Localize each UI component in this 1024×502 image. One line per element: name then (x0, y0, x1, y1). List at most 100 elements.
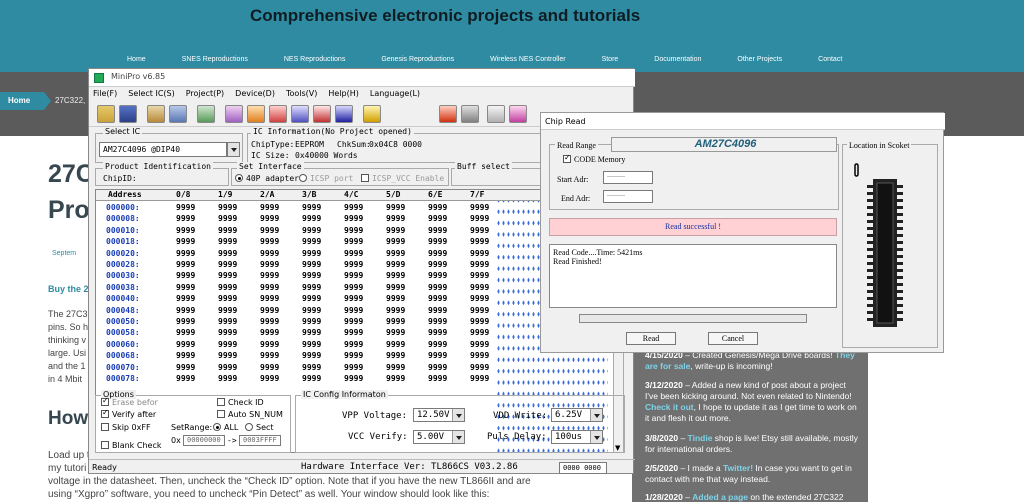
nav-documentation[interactable]: Documentation (654, 47, 701, 72)
hex-cell[interactable]: 9999 (428, 327, 447, 338)
hex-cell[interactable]: 9999 (260, 202, 279, 213)
hex-cell[interactable]: 9999 (218, 362, 237, 373)
hex-cell[interactable]: 9999 (260, 316, 279, 327)
news-link[interactable]: Tindie (688, 433, 713, 443)
breadcrumb-home[interactable]: Home (0, 92, 44, 110)
hex-cell[interactable]: 9999 (260, 259, 279, 270)
hex-cell[interactable]: 9999 (302, 362, 321, 373)
hex-cell[interactable]: 9999 (470, 350, 489, 361)
hex-cell[interactable]: 9999 (260, 248, 279, 259)
hex-cell[interactable]: 9999 (218, 282, 237, 293)
hex-cell[interactable]: 9999 (470, 362, 489, 373)
program-icon[interactable] (269, 105, 287, 123)
hex-cell[interactable]: 9999 (470, 213, 489, 224)
hex-cell[interactable]: 9999 (218, 350, 237, 361)
hex-cell[interactable]: 9999 (386, 339, 405, 350)
hex-cell[interactable]: 9999 (260, 362, 279, 373)
hex-cell[interactable]: 9999 (302, 339, 321, 350)
chip-read-title[interactable]: Chip Read (541, 113, 945, 130)
range-end-input[interactable]: 0003FFFF (239, 435, 281, 446)
chip-icon[interactable] (461, 105, 479, 123)
hex-cell[interactable]: 9999 (428, 282, 447, 293)
hex-cell[interactable]: 9999 (302, 350, 321, 361)
hex-cell[interactable]: 9999 (344, 316, 363, 327)
logic-icon[interactable] (509, 105, 527, 123)
help-icon[interactable] (363, 105, 381, 123)
hex-cell[interactable]: 9999 (470, 305, 489, 316)
hex-cell[interactable]: 9999 (386, 202, 405, 213)
fill-icon[interactable] (313, 105, 331, 123)
hex-cell[interactable]: 9999 (260, 339, 279, 350)
hex-cell[interactable]: 9999 (470, 282, 489, 293)
hex-cell[interactable]: 9999 (218, 305, 237, 316)
hex-cell[interactable]: 9999 (260, 305, 279, 316)
hex-cell[interactable]: 9999 (302, 259, 321, 270)
hex-cell[interactable]: 9999 (344, 373, 363, 384)
hex-cell[interactable]: 9999 (176, 339, 195, 350)
end-adr-input[interactable]: --------- (603, 190, 653, 203)
hex-cell[interactable]: 9999 (218, 248, 237, 259)
hex-cell[interactable]: 9999 (176, 236, 195, 247)
hex-cell[interactable]: 9999 (386, 293, 405, 304)
checkbox-skip-0xff[interactable]: Skip 0xFF (101, 423, 151, 432)
hex-cell[interactable]: 9999 (344, 305, 363, 316)
hex-cell[interactable]: 9999 (302, 236, 321, 247)
hex-cell[interactable]: 9999 (302, 327, 321, 338)
hex-cell[interactable]: 9999 (176, 270, 195, 281)
hex-cell[interactable]: 9999 (176, 362, 195, 373)
hex-cell[interactable]: 9999 (344, 225, 363, 236)
hex-cell[interactable]: 9999 (302, 270, 321, 281)
hex-cell[interactable]: 9999 (386, 327, 405, 338)
hex-cell[interactable]: 9999 (344, 202, 363, 213)
checkbox-erase-before[interactable]: Erase befor (101, 396, 158, 407)
hex-cell[interactable]: 9999 (428, 373, 447, 384)
open-icon[interactable] (97, 105, 115, 123)
hex-cell[interactable]: 9999 (470, 248, 489, 259)
checkbox-blank-check[interactable]: Blank Check (101, 441, 161, 450)
hex-cell[interactable]: 9999 (344, 327, 363, 338)
hex-cell[interactable]: 9999 (176, 305, 195, 316)
hex-cell[interactable]: 9999 (218, 225, 237, 236)
erase-icon[interactable] (335, 105, 353, 123)
news-link[interactable]: Check it out (645, 402, 694, 412)
hex-cell[interactable]: 9999 (428, 293, 447, 304)
hex-cell[interactable]: 9999 (428, 213, 447, 224)
hex-cell[interactable]: 9999 (470, 236, 489, 247)
hex-cell[interactable]: 9999 (470, 373, 489, 384)
hex-cell[interactable]: 9999 (344, 248, 363, 259)
hex-cell[interactable]: 9999 (386, 305, 405, 316)
select-ic-dropdown[interactable] (227, 142, 240, 157)
hex-cell[interactable]: 9999 (302, 202, 321, 213)
hex-cell[interactable]: 9999 (428, 339, 447, 350)
checkbox-check-id[interactable]: Check ID (217, 398, 264, 407)
hex-cell[interactable]: 9999 (386, 270, 405, 281)
hex-cell[interactable]: 9999 (260, 282, 279, 293)
checkbox-code-memory[interactable]: CODE Memory (563, 153, 625, 164)
hex-cell[interactable]: 9999 (386, 225, 405, 236)
verify-icon[interactable] (291, 105, 309, 123)
hex-cell[interactable]: 9999 (344, 293, 363, 304)
vcc-select[interactable]: 5.00V (413, 430, 465, 444)
hex-cell[interactable]: 9999 (218, 259, 237, 270)
hex-cell[interactable]: 9999 (176, 202, 195, 213)
hex-cell[interactable]: 9999 (302, 213, 321, 224)
read-icon[interactable] (247, 105, 265, 123)
menu-select-ic[interactable]: Select IC(S) (128, 87, 175, 101)
save-icon[interactable] (119, 105, 137, 123)
hex-cell[interactable]: 9999 (428, 350, 447, 361)
protect-icon[interactable] (439, 105, 457, 123)
hex-cell[interactable]: 9999 (344, 282, 363, 293)
hex-cell[interactable]: 9999 (302, 305, 321, 316)
select-ic-input[interactable]: AM27C4096 @DIP40 (99, 142, 227, 157)
hex-cell[interactable]: 9999 (344, 270, 363, 281)
vdd-select[interactable]: 6.25V (551, 408, 603, 422)
hex-cell[interactable]: 9999 (428, 316, 447, 327)
hex-cell[interactable]: 9999 (428, 362, 447, 373)
hex-cell[interactable]: 9999 (386, 362, 405, 373)
hex-cell[interactable]: 9999 (218, 316, 237, 327)
site-title[interactable]: Comprehensive electronic projects and tu… (250, 6, 640, 26)
hex-cell[interactable]: 9999 (176, 373, 195, 384)
radio-40p-adapter[interactable]: 40P adapter (235, 174, 299, 183)
select-ic-icon[interactable] (197, 105, 215, 123)
hex-cell[interactable]: 9999 (176, 225, 195, 236)
